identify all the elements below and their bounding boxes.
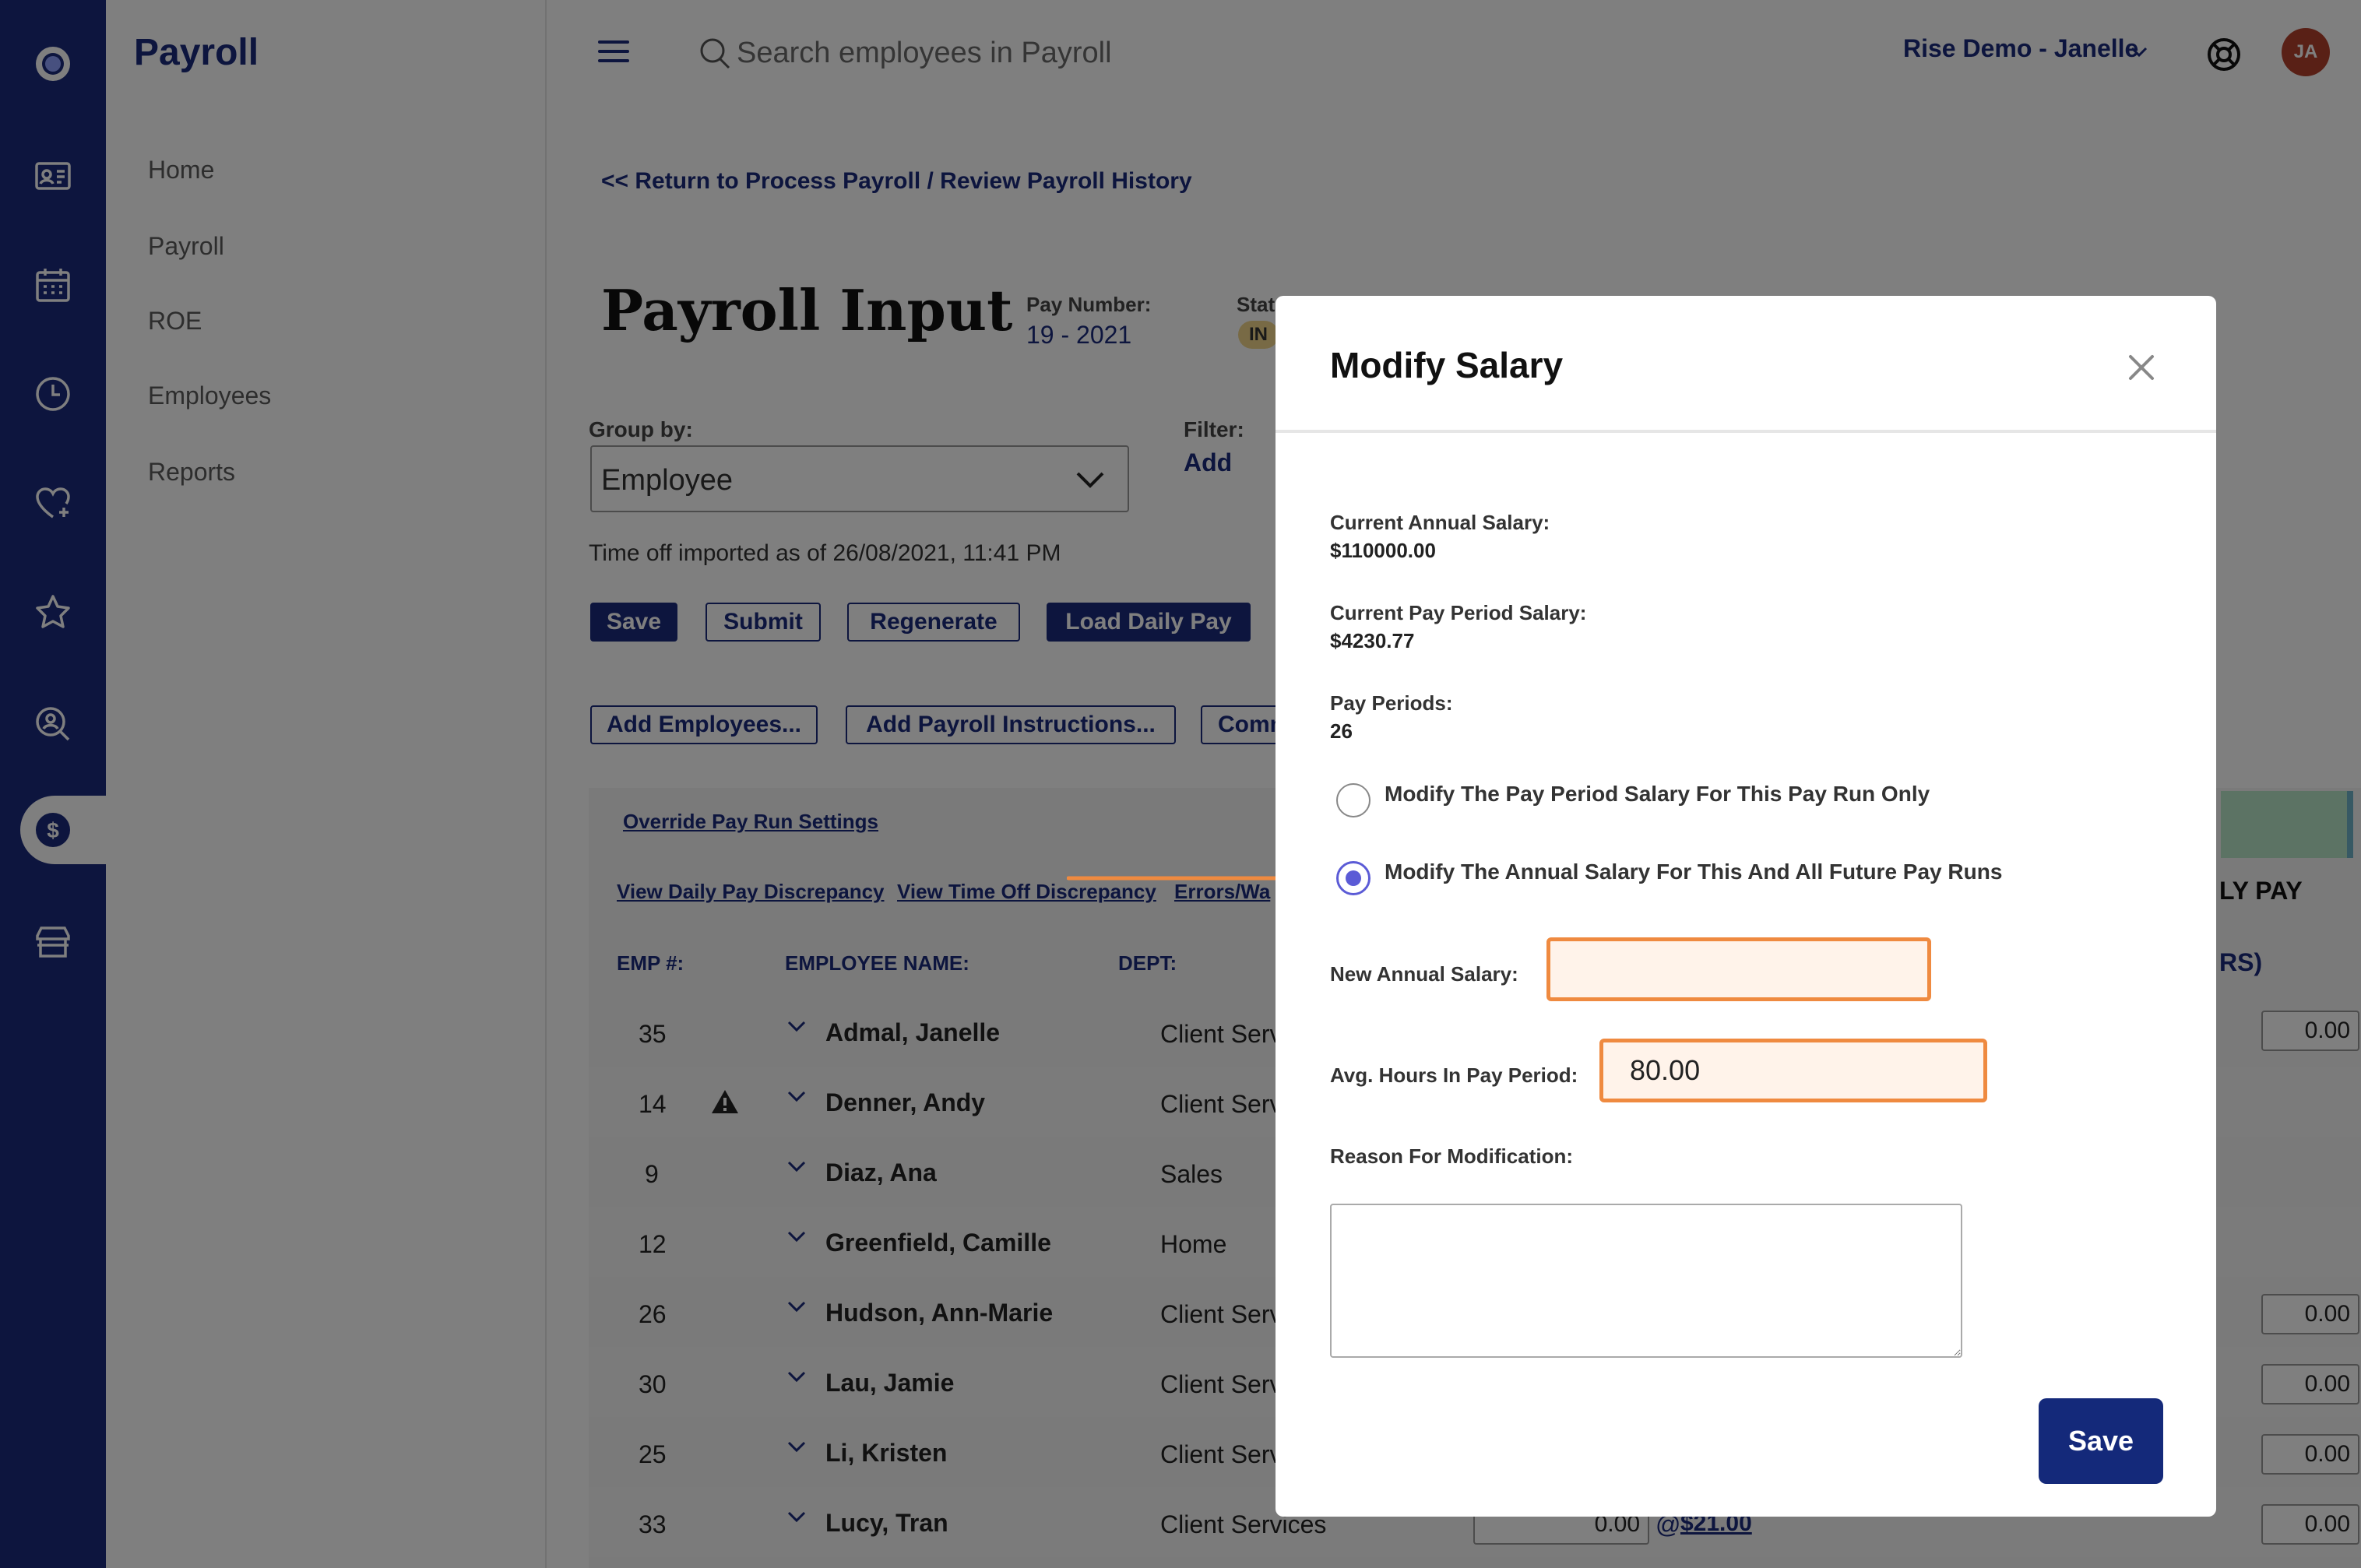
new-annual-salary-label: New Annual Salary: — [1330, 962, 1518, 986]
radio-this-run[interactable] — [1336, 783, 1371, 817]
modify-salary-modal: Modify Salary Current Annual Salary: $11… — [1276, 296, 2216, 1517]
close-icon[interactable] — [2124, 350, 2159, 385]
current-annual-salary-value: $110000.00 — [1330, 539, 1436, 562]
avg-hours-input[interactable] — [1599, 1039, 1987, 1102]
pay-periods-label: Pay Periods: — [1330, 691, 1453, 715]
radio-future-runs-label[interactable]: Modify The Annual Salary For This And Al… — [1385, 860, 2002, 884]
avg-hours-label: Avg. Hours In Pay Period: — [1330, 1063, 1578, 1087]
current-annual-salary-label: Current Annual Salary: — [1330, 511, 1550, 534]
modal-divider — [1276, 430, 2216, 433]
reason-label: Reason For Modification: — [1330, 1144, 1573, 1168]
modal-title: Modify Salary — [1330, 345, 1564, 385]
reason-textarea[interactable] — [1330, 1204, 1962, 1358]
pay-periods-value: 26 — [1330, 719, 1353, 743]
current-period-salary-label: Current Pay Period Salary: — [1330, 601, 1587, 624]
current-period-salary-value: $4230.77 — [1330, 629, 1415, 652]
radio-future-runs[interactable] — [1336, 861, 1371, 895]
modal-save-button[interactable]: Save — [2039, 1398, 2163, 1484]
new-annual-salary-input[interactable] — [1546, 937, 1931, 1001]
radio-this-run-label[interactable]: Modify The Pay Period Salary For This Pa… — [1385, 782, 1930, 807]
